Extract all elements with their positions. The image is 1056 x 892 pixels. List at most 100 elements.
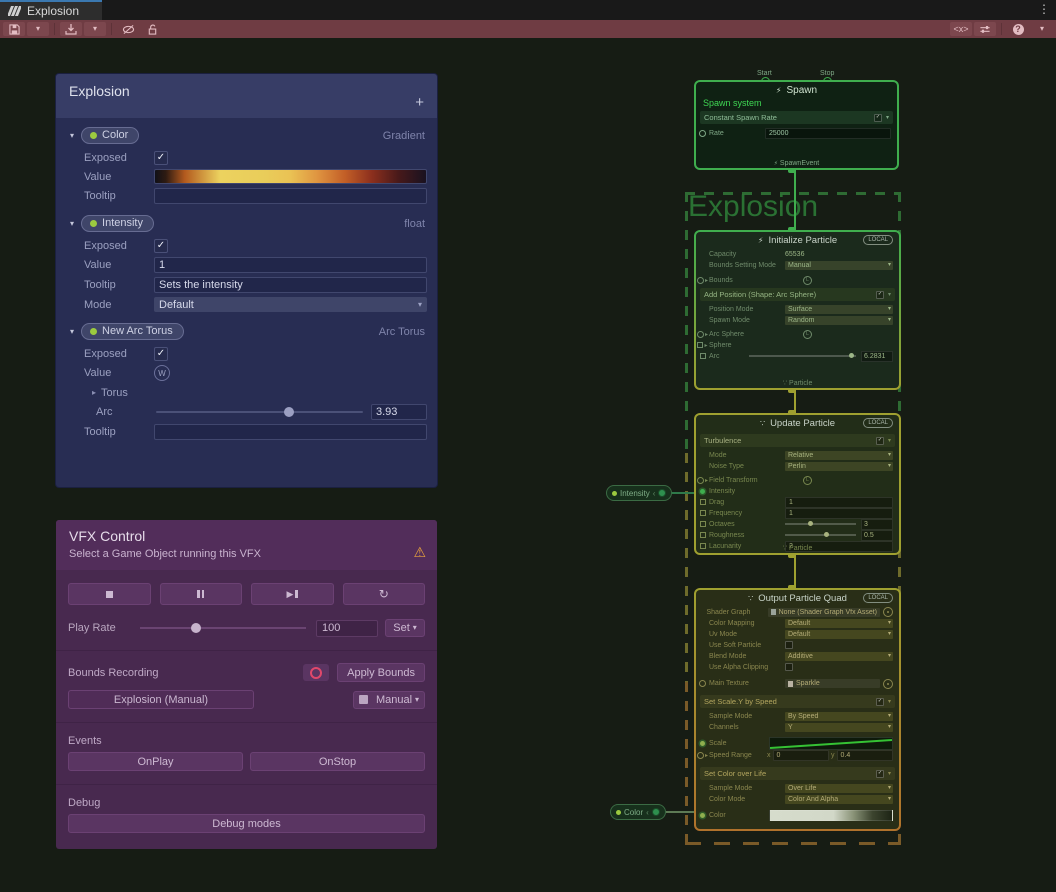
- noise-type-dropdown[interactable]: Perlin▾: [785, 462, 893, 471]
- roughness-slider[interactable]: [785, 534, 856, 536]
- exposed-checkbox[interactable]: ✓: [154, 347, 168, 361]
- uv-mode-dropdown[interactable]: Default▾: [785, 630, 893, 639]
- slider-knob[interactable]: [824, 532, 829, 537]
- param-node-color[interactable]: Color ‹: [610, 804, 666, 820]
- speed-range-x-input[interactable]: 0: [773, 750, 830, 761]
- save-button[interactable]: [3, 22, 25, 36]
- exposed-checkbox[interactable]: ✓: [154, 151, 168, 165]
- color-mode-dropdown[interactable]: Color And Alpha▾: [785, 795, 893, 804]
- chevron-down-icon[interactable]: ▾: [70, 219, 74, 228]
- block-enabled-checkbox[interactable]: ✓: [876, 770, 884, 778]
- drag-input[interactable]: 1: [785, 497, 893, 508]
- bounds-port[interactable]: [697, 277, 704, 284]
- arc-slider[interactable]: [749, 355, 856, 357]
- torus-foldout[interactable]: ▸ Torus: [92, 387, 128, 399]
- blend-mode-dropdown[interactable]: Additive▾: [785, 652, 893, 661]
- block-enabled-checkbox[interactable]: ✓: [876, 291, 884, 299]
- graph-canvas[interactable]: Explosion Explosion + ▾ Color Gradient E…: [0, 38, 1056, 892]
- value-input[interactable]: 1: [154, 257, 427, 273]
- spawn-output-port[interactable]: [788, 168, 796, 173]
- scale-curve-field[interactable]: [769, 737, 893, 750]
- shader-graph-field[interactable]: None (Shader Graph Vfx Asset): [768, 608, 880, 617]
- update-particle-node[interactable]: ∵ Update Particle LOCAL Turbulence ✓▾ Mo…: [694, 413, 901, 555]
- debug-modes-button[interactable]: Debug modes: [68, 814, 425, 833]
- scale-port[interactable]: [700, 741, 705, 746]
- set-button[interactable]: Set▾: [385, 619, 425, 637]
- rate-port[interactable]: [699, 130, 706, 137]
- alpha-clipping-checkbox[interactable]: [785, 663, 793, 671]
- initialize-particle-node[interactable]: ⚡ Initialize Particle LOCAL Capacity 655…: [694, 230, 901, 390]
- tab-explosion[interactable]: Explosion: [0, 0, 102, 20]
- update-output-port[interactable]: [788, 553, 796, 558]
- capacity-value[interactable]: 65536: [785, 251, 804, 258]
- record-bounds-button[interactable]: [303, 664, 329, 681]
- octaves-value[interactable]: 3: [861, 519, 893, 530]
- tooltip-input[interactable]: [154, 424, 427, 440]
- restart-button[interactable]: ↻: [343, 583, 426, 605]
- rate-input[interactable]: 25000: [765, 128, 891, 139]
- channels-dropdown[interactable]: Y▾: [785, 723, 893, 732]
- block-enabled-checkbox[interactable]: ✓: [876, 437, 884, 445]
- blackboard-header[interactable]: Explosion +: [56, 74, 437, 118]
- param-pill-color[interactable]: Color: [81, 127, 139, 144]
- stop-button[interactable]: [68, 583, 151, 605]
- local-space-icon[interactable]: L: [803, 276, 812, 285]
- arc-value[interactable]: 6.2831: [861, 351, 893, 362]
- arc-slider[interactable]: [156, 411, 363, 413]
- bounds-setting-mode-dropdown[interactable]: Manual▾: [785, 261, 893, 270]
- param-output-port[interactable]: [652, 808, 660, 816]
- soft-particle-checkbox[interactable]: [785, 641, 793, 649]
- tooltip-input[interactable]: [154, 188, 427, 204]
- target-object-button[interactable]: Explosion (Manual): [68, 690, 254, 709]
- manual-dropdown[interactable]: Manual▾: [353, 691, 425, 709]
- onstop-button[interactable]: OnStop: [250, 752, 425, 771]
- vfx-control-header[interactable]: VFX Control Select a Game Object running…: [56, 520, 437, 570]
- arc-port[interactable]: [700, 353, 706, 359]
- onplay-button[interactable]: OnPlay: [68, 752, 243, 771]
- chevron-down-icon[interactable]: ▾: [70, 327, 74, 336]
- slider-knob[interactable]: [284, 407, 294, 417]
- gradient-field[interactable]: [154, 169, 427, 184]
- sphere-port[interactable]: [697, 342, 703, 348]
- slider-knob[interactable]: [808, 521, 813, 526]
- local-space-icon[interactable]: L: [803, 330, 812, 339]
- main-texture-field[interactable]: Sparkle: [785, 679, 880, 688]
- toggle-visibility-button[interactable]: [117, 22, 139, 36]
- arc-sphere-port[interactable]: [697, 331, 704, 338]
- param-output-port[interactable]: [658, 489, 666, 497]
- tooltip-input[interactable]: Sets the intensity: [154, 277, 427, 293]
- color-mapping-dropdown[interactable]: Default▾: [785, 619, 893, 628]
- help-dropdown-button[interactable]: ▾: [1031, 22, 1053, 36]
- drag-port[interactable]: [700, 499, 706, 505]
- sample-mode-dropdown[interactable]: Over Life▾: [785, 784, 893, 793]
- lock-button[interactable]: [141, 22, 163, 36]
- init-output-port[interactable]: [788, 388, 796, 393]
- block-enabled-checkbox[interactable]: ✓: [874, 114, 882, 122]
- play-rate-slider[interactable]: [140, 627, 306, 629]
- add-parameter-button[interactable]: +: [415, 94, 424, 111]
- speed-range-y-input[interactable]: 0.4: [837, 750, 894, 761]
- save-dropdown-button[interactable]: ▾: [27, 22, 49, 36]
- block-add-position[interactable]: Add Position (Shape: Arc Sphere) ✓▾: [700, 288, 895, 301]
- collapse-icon[interactable]: ‹: [646, 808, 649, 817]
- object-picker-icon[interactable]: [883, 679, 893, 689]
- mode-dropdown[interactable]: Default▾: [154, 297, 427, 312]
- play-rate-input[interactable]: 100: [316, 620, 378, 637]
- sample-mode-dropdown[interactable]: By Speed▾: [785, 712, 893, 721]
- save-as-button[interactable]: [60, 22, 82, 36]
- roughness-port[interactable]: [700, 532, 706, 538]
- spawn-node[interactable]: ⚡ Spawn Spawn system Constant Spawn Rate…: [694, 80, 899, 170]
- intensity-port-connected[interactable]: [700, 489, 705, 494]
- pause-button[interactable]: [160, 583, 243, 605]
- block-set-color-over-life[interactable]: Set Color over Life ✓▾: [700, 767, 895, 780]
- position-mode-dropdown[interactable]: Surface▾: [785, 305, 893, 314]
- attribute-inspector-button[interactable]: <x>: [950, 22, 972, 36]
- chevron-down-icon[interactable]: ▾: [70, 131, 74, 140]
- param-pill-intensity[interactable]: Intensity: [81, 215, 154, 232]
- octaves-slider[interactable]: [785, 523, 856, 525]
- param-pill-arc-torus[interactable]: New Arc Torus: [81, 323, 184, 340]
- slider-knob[interactable]: [849, 353, 854, 358]
- speed-range-port[interactable]: [697, 752, 704, 759]
- step-button[interactable]: ▶: [251, 583, 334, 605]
- roughness-value[interactable]: 0.5: [861, 530, 893, 541]
